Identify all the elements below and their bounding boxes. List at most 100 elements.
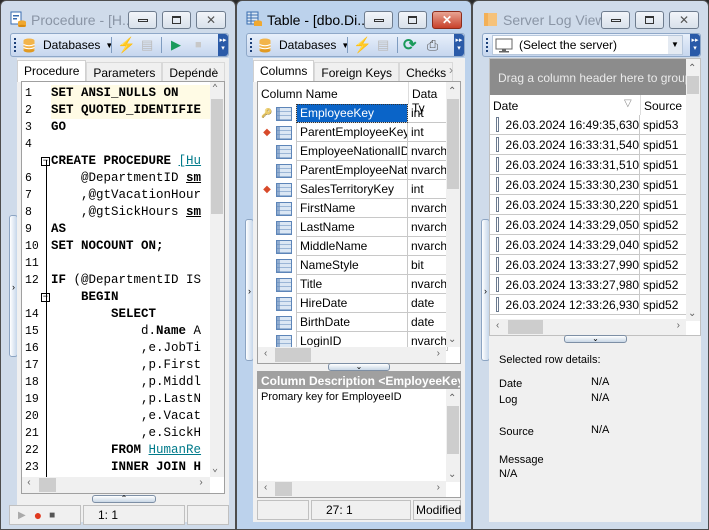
hscroll-thumb[interactable] — [275, 348, 311, 362]
code-line[interactable]: 9 AS — [22, 221, 212, 238]
scroll-thumb[interactable] — [447, 406, 459, 454]
log-source-cell[interactable]: spid52 — [640, 255, 686, 275]
log-date-cell[interactable]: 26.03.2024 15:33:30,230 — [490, 175, 640, 195]
data-type-cell[interactable]: nvarch — [408, 218, 448, 237]
code-line[interactable]: 18 ,p.Middl — [22, 374, 212, 391]
log-titlebar[interactable]: Server Log Viewer ✕ — [473, 1, 708, 35]
maximize-button[interactable] — [162, 11, 191, 29]
code-line[interactable]: 23 INNER JOIN H — [22, 459, 212, 476]
header-date[interactable]: Date — [493, 99, 518, 113]
log-row[interactable]: 26.03.2024 15:33:30,220 spid51 — [490, 195, 686, 215]
log-date-cell[interactable]: 26.03.2024 12:33:26,930 — [490, 295, 640, 315]
grid-vscroll[interactable]: ⌃ ⌄ — [446, 82, 460, 347]
code-line[interactable]: 11 — [22, 255, 212, 272]
column-name-cell[interactable]: BirthDate — [296, 313, 408, 332]
code-line[interactable]: 10 SET NOCOUNT ON; — [22, 238, 212, 255]
code-line[interactable]: 6 @DepartmentID sm — [22, 170, 212, 187]
code-line[interactable]: 22 FROM HumanRe — [22, 442, 212, 459]
data-type-cell[interactable]: nvarch — [408, 199, 448, 218]
data-type-cell[interactable]: date — [408, 294, 448, 313]
log-row[interactable]: 26.03.2024 12:33:26,930 spid52 — [490, 295, 686, 315]
log-date-cell[interactable]: 26.03.2024 13:33:27,990 — [490, 255, 640, 275]
log-date-cell[interactable]: 26.03.2024 16:33:31,510 — [490, 155, 640, 175]
table-row[interactable]: BirthDate date — [258, 313, 448, 332]
header-data-type[interactable]: Data Ty — [408, 82, 448, 115]
scroll-thumb[interactable] — [447, 99, 459, 189]
close-button[interactable]: ✕ — [669, 11, 699, 29]
data-type-cell[interactable]: date — [408, 313, 448, 332]
table-titlebar[interactable]: Table - [dbo.Di... ✕ — [237, 1, 471, 35]
log-row[interactable]: 26.03.2024 16:33:31,540 spid51 — [490, 135, 686, 155]
description-text[interactable]: Promary key for EmployeeID — [258, 389, 460, 405]
tab-procedure[interactable]: Procedure — [17, 60, 87, 82]
databases-dropdown[interactable]: Databases ▼ — [23, 37, 113, 53]
chevron-down-icon[interactable]: ▼ — [668, 36, 682, 54]
procedure-titlebar[interactable]: Procedure - [H... ✕ — [1, 1, 235, 35]
tab-columns[interactable]: Columns — [253, 60, 315, 82]
log-source-cell[interactable]: spid52 — [640, 275, 686, 295]
code-line[interactable]: 8 ,@gtSickHours sm — [22, 204, 212, 221]
code-line[interactable]: 20 ,e.Vacat — [22, 408, 212, 425]
table-row[interactable]: 🔑 EmployeeKey int — [258, 104, 448, 123]
table-row[interactable]: HireDate date — [258, 294, 448, 313]
tab-parameters[interactable]: Parameters — [86, 62, 163, 82]
table-row[interactable]: MiddleName nvarch — [258, 237, 448, 256]
column-name-cell[interactable]: LastName — [296, 218, 408, 237]
scroll-thumb[interactable] — [211, 99, 223, 214]
desc-hscroll[interactable]: ‹ › — [258, 481, 446, 497]
column-name-cell[interactable]: Title — [296, 275, 408, 294]
tab-scroll-arrows[interactable]: ‹ › — [430, 63, 459, 77]
log-date-cell[interactable]: 26.03.2024 16:33:31,540 — [490, 135, 640, 155]
log-source-cell[interactable]: spid53 — [640, 115, 686, 135]
server-select[interactable]: (Select the server) ▼ — [492, 35, 683, 55]
code-line[interactable]: 1 SET ANSI_NULLS ON — [22, 85, 212, 102]
table-row[interactable]: ◆ ParentEmployeeKey int — [258, 123, 448, 142]
save-icon[interactable]: ▤ — [141, 37, 153, 53]
table-row[interactable]: Title nvarch — [258, 275, 448, 294]
column-name-cell[interactable]: ParentEmployeeKey — [296, 123, 408, 142]
log-row[interactable]: 26.03.2024 14:33:29,040 spid52 — [490, 235, 686, 255]
log-date-cell[interactable]: 26.03.2024 14:33:29,050 — [490, 215, 640, 235]
panel-splitter[interactable]: ⌄ — [328, 363, 390, 371]
header-column-name[interactable]: Column Name — [261, 87, 338, 101]
save-icon[interactable]: ▤ — [377, 37, 389, 53]
scroll-thumb[interactable] — [687, 76, 699, 94]
column-name-cell[interactable]: HireDate — [296, 294, 408, 313]
execute-lightning-icon[interactable]: ⚡ — [353, 37, 372, 54]
log-source-cell[interactable]: spid51 — [640, 175, 686, 195]
record-icon[interactable]: ● — [34, 507, 42, 523]
log-row[interactable]: 26.03.2024 13:33:27,980 spid52 — [490, 275, 686, 295]
maximize-button[interactable] — [635, 11, 664, 29]
desc-vscroll[interactable]: ⌃ ⌄ — [446, 389, 460, 482]
grid-hscroll[interactable]: ‹ › — [258, 347, 446, 363]
data-type-cell[interactable]: nvarch — [408, 161, 448, 180]
toolbar-overflow-button[interactable]: ▸▸ ▾ — [454, 34, 464, 56]
hscroll-thumb[interactable] — [508, 320, 543, 334]
log-date-cell[interactable]: 26.03.2024 13:33:27,980 — [490, 275, 640, 295]
close-button[interactable]: ✕ — [432, 11, 462, 29]
log-date-cell[interactable]: 26.03.2024 16:49:35,630 — [490, 115, 640, 135]
log-date-cell[interactable]: 26.03.2024 15:33:30,220 — [490, 195, 640, 215]
hscroll-thumb[interactable] — [275, 482, 292, 496]
code-line[interactable]: 19 ,p.LastN — [22, 391, 212, 408]
maximize-button[interactable] — [398, 11, 427, 29]
data-type-cell[interactable]: bit — [408, 256, 448, 275]
tab-scroll-arrows[interactable]: ‹ › — [194, 63, 223, 77]
sql-editor[interactable]: 1 SET ANSI_NULLS ON 2 SET QUOTED_IDENTIFIE 3… — [21, 81, 225, 494]
log-source-cell[interactable]: spid51 — [640, 155, 686, 175]
data-type-cell[interactable]: nvarch — [408, 275, 448, 294]
execute-lightning-icon[interactable]: ⚡ — [117, 37, 136, 54]
data-type-cell[interactable]: int — [408, 104, 448, 123]
databases-dropdown[interactable]: Databases ▼ — [259, 37, 349, 53]
print-icon[interactable]: ⎙ — [427, 37, 438, 53]
log-row[interactable]: 26.03.2024 16:49:35,630 spid53 — [490, 115, 686, 135]
data-type-cell[interactable]: int — [408, 180, 448, 199]
code-line[interactable]: 7 ,@gtVacationHour — [22, 187, 212, 204]
code-line[interactable]: 15 d.Name A — [22, 323, 212, 340]
toolbar-grip[interactable] — [486, 38, 488, 52]
stop-icon[interactable]: ■ — [195, 37, 202, 53]
panel-splitter[interactable]: ⌄ — [564, 335, 627, 343]
toolbar-grip[interactable] — [14, 38, 16, 52]
column-name-cell[interactable]: EmployeeNationalIDAlt — [296, 142, 408, 161]
log-row[interactable]: 26.03.2024 14:33:29,050 spid52 — [490, 215, 686, 235]
